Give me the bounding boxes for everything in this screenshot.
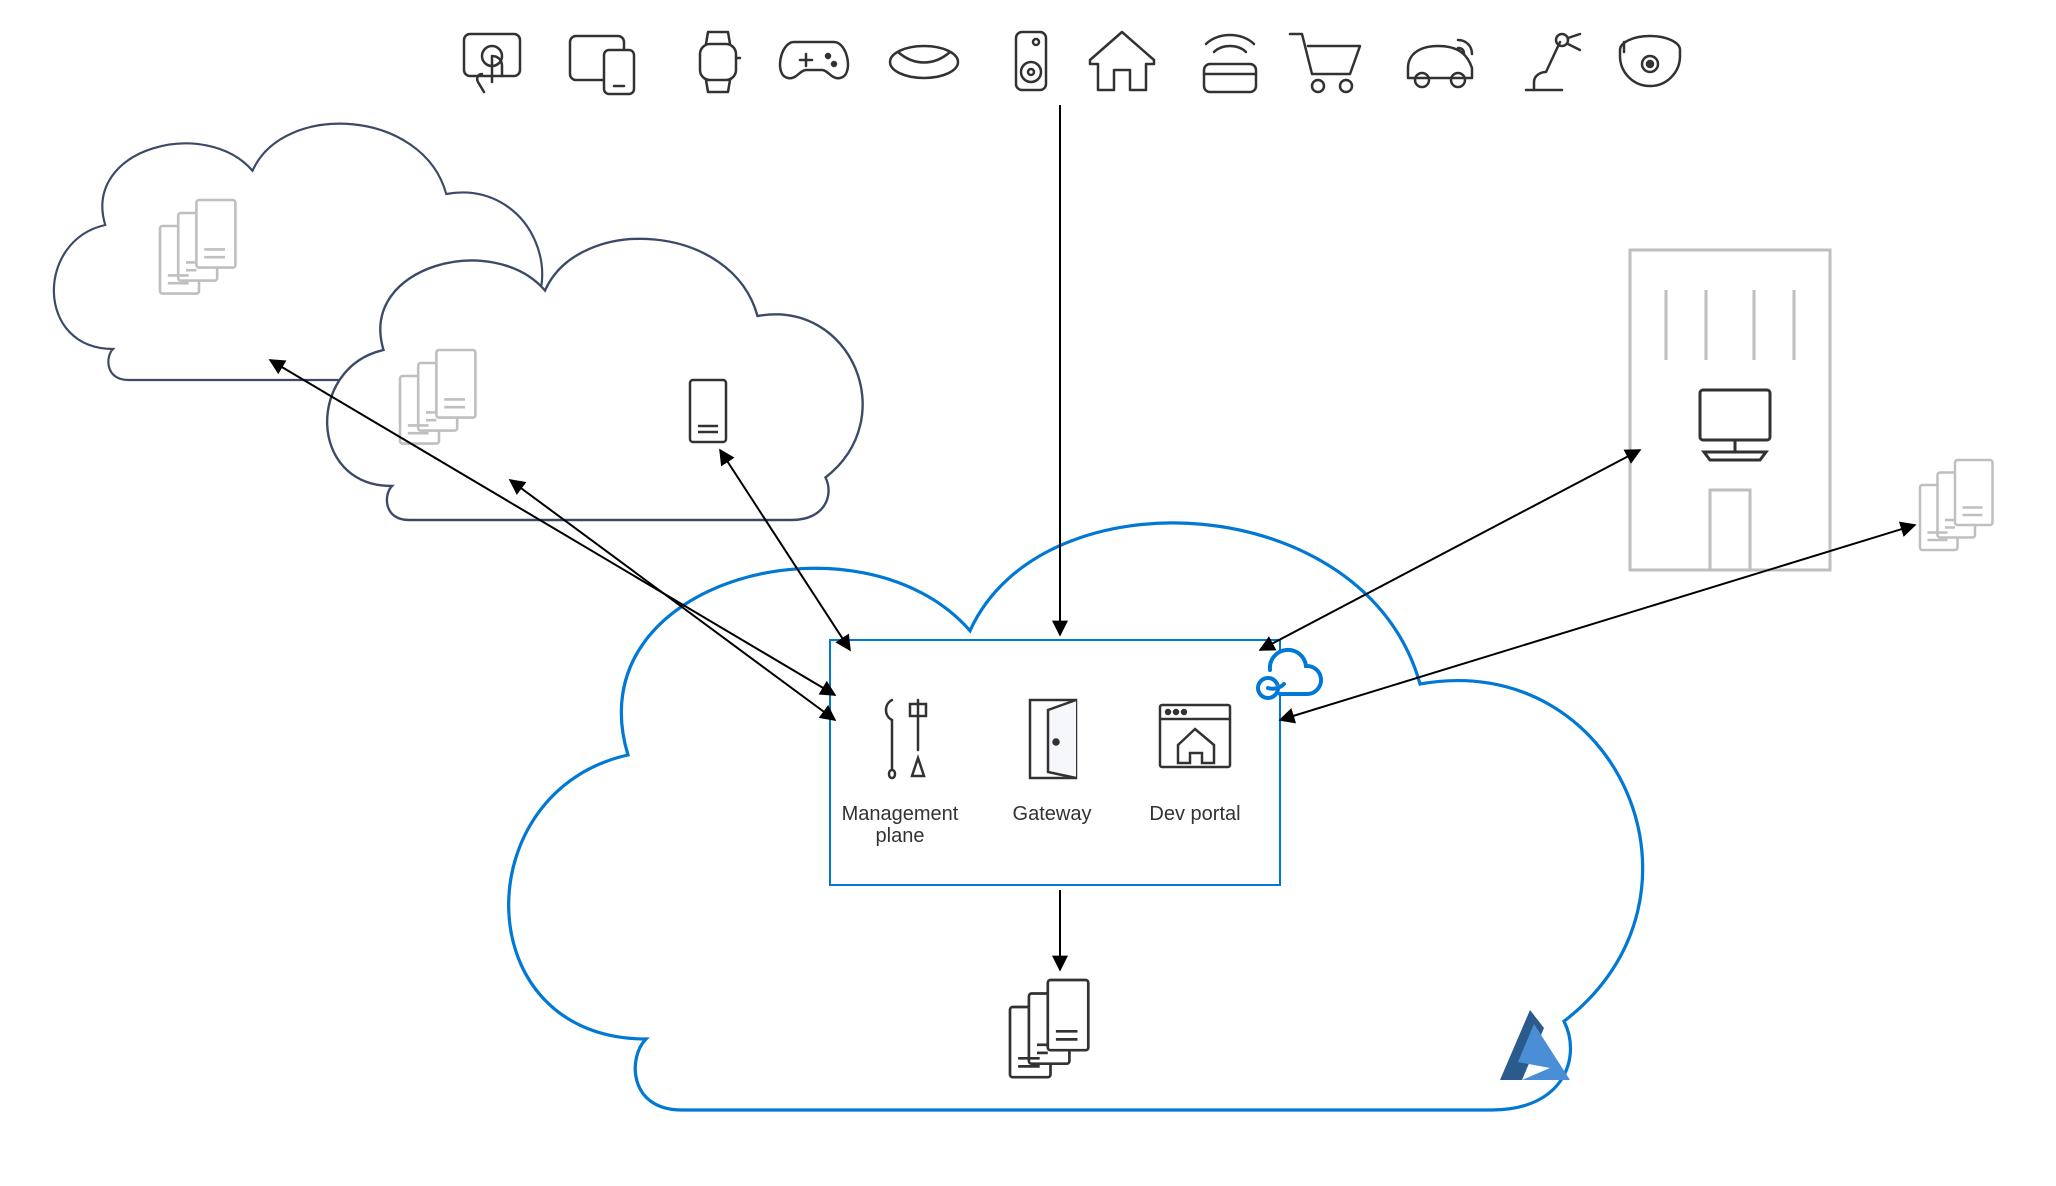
gamepad-icon: [780, 42, 848, 78]
robot-arm-icon: [1526, 34, 1580, 90]
single-server-icon: [690, 380, 726, 442]
security-camera-icon: [1620, 36, 1680, 86]
payment-terminal-icon: [1204, 35, 1256, 92]
vr-headset-icon: [890, 46, 958, 78]
device-strip: [464, 32, 1680, 94]
devices-icon: [570, 36, 634, 94]
apim-box: Managementplane Gateway Dev portal: [830, 640, 1321, 885]
external-servers-icon: [1920, 460, 1993, 550]
architecture-diagram: Managementplane Gateway Dev portal: [0, 0, 2056, 1186]
backend-servers-icon: [1010, 980, 1088, 1077]
smart-home-icon: [1090, 32, 1154, 90]
connected-car-icon: [1408, 40, 1472, 87]
shopping-cart-icon: [1290, 34, 1360, 92]
smart-speaker-icon: [1016, 32, 1046, 90]
touch-icon: [464, 34, 520, 92]
gateway-label: Gateway: [1013, 803, 1092, 825]
on-prem-building: [1630, 250, 1830, 570]
smartwatch-icon: [700, 32, 740, 92]
dev-portal-label: Dev portal: [1149, 803, 1240, 825]
azure-logo-icon: [1500, 1010, 1570, 1080]
